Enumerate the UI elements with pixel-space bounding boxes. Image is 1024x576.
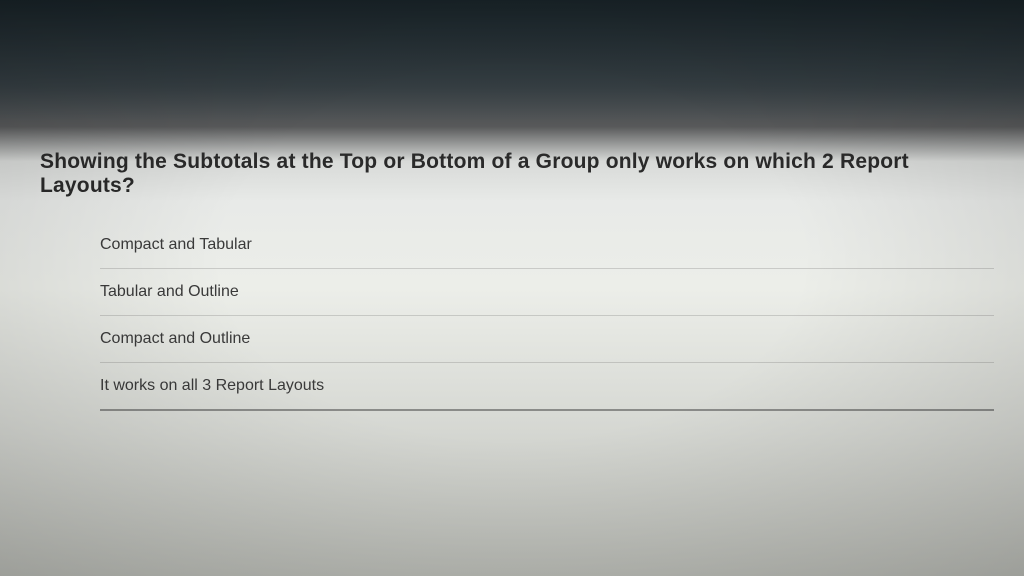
option-item[interactable]: Compact and Tabular (100, 222, 994, 269)
question-text: Showing the Subtotals at the Top or Bott… (40, 150, 994, 198)
question-paper: Showing the Subtotals at the Top or Bott… (0, 130, 1024, 431)
option-item[interactable]: It works on all 3 Report Layouts (100, 363, 994, 411)
photo-shadow-top (0, 0, 1024, 120)
option-item[interactable]: Tabular and Outline (100, 269, 994, 316)
options-list: Compact and Tabular Tabular and Outline … (40, 222, 994, 411)
option-item[interactable]: Compact and Outline (100, 316, 994, 363)
